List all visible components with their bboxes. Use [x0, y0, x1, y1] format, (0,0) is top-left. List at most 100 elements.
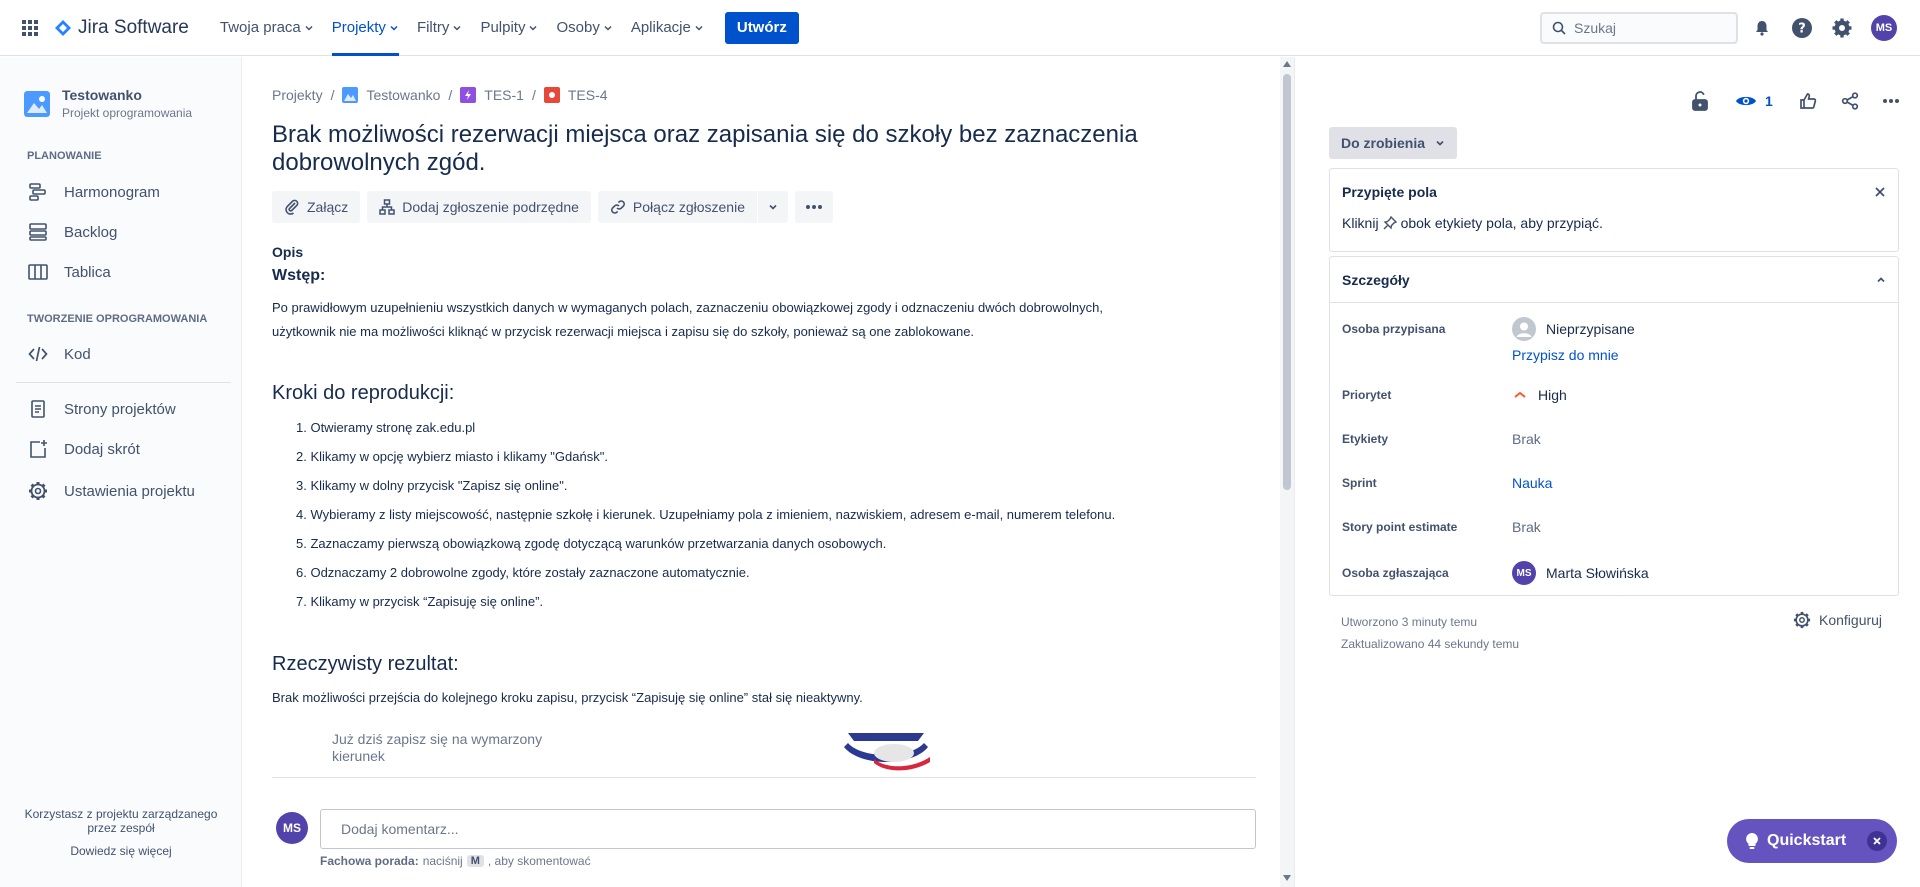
sidebar-item-roadmap[interactable]: Harmonogram	[28, 182, 160, 202]
comment-placeholder: Dodaj komentarz...	[341, 821, 459, 837]
watch-count: 1	[1765, 93, 1773, 109]
jira-diamond-icon	[55, 19, 71, 36]
story-points-value[interactable]: Brak	[1512, 519, 1541, 535]
breadcrumb-project[interactable]: Testowanko	[366, 87, 440, 103]
app-switcher-icon[interactable]	[16, 14, 44, 42]
priority-high-icon	[1514, 391, 1526, 398]
footer-line: przez zespół	[87, 821, 155, 835]
attach-label: Załącz	[307, 199, 349, 215]
main-scrollbar[interactable]	[1280, 57, 1294, 887]
lock-icon[interactable]	[1686, 87, 1714, 115]
sidebar-item-add-shortcut[interactable]: Dodaj skrót	[28, 439, 140, 459]
sidebar-item-project-settings[interactable]: Ustawienia projektu	[28, 481, 195, 501]
watch-button[interactable]: 1	[1735, 87, 1773, 115]
pin-icon	[1383, 216, 1397, 230]
screenshot-text-line: Już dziś zapisz się na wymarzony	[332, 731, 543, 747]
scroll-thumb[interactable]	[1283, 74, 1291, 490]
sidebar-item-label: Ustawienia projektu	[64, 482, 195, 500]
field-label: Sprint	[1342, 476, 1377, 490]
sidebar-item-project-pages[interactable]: Strony projektów	[28, 399, 176, 419]
scroll-up-icon	[1283, 61, 1291, 67]
details-header[interactable]: Szczegóły	[1330, 257, 1898, 303]
priority-value[interactable]: High	[1512, 387, 1567, 403]
menu-apps[interactable]: Aplikacje	[622, 0, 713, 56]
quickstart-button[interactable]: Quickstart	[1727, 819, 1897, 863]
created-timestamp: Utworzono 3 minuty temu	[1341, 615, 1478, 629]
backlog-icon	[29, 223, 47, 241]
reporter-name: Marta Słowińska	[1546, 565, 1649, 581]
link-issue-dropdown[interactable]	[757, 191, 788, 223]
link-icon	[610, 200, 625, 214]
help-icon[interactable]: ?	[1789, 15, 1815, 41]
like-icon[interactable]	[1794, 87, 1822, 115]
project-type: Projekt oprogramowania	[62, 106, 193, 120]
sidebar-item-label: Backlog	[64, 223, 118, 241]
settings-gear-icon[interactable]	[1829, 15, 1855, 41]
sidebar-item-board[interactable]: Tablica	[28, 262, 111, 282]
reporter-value[interactable]: MS Marta Słowińska	[1512, 561, 1649, 585]
attached-screenshot[interactable]: Już dziś zapisz się na wymarzony kierune…	[272, 723, 1256, 778]
list-item: 6. Odznaczamy 2 dobrowolne zgody, które …	[296, 565, 750, 580]
menu-your-work[interactable]: Twoja praca	[211, 0, 323, 56]
list-item: 3. Klikamy w dolny przycisk "Zapisz się …	[296, 478, 568, 493]
actual-result-text[interactable]: Brak możliwości przejścia do kolejnego k…	[272, 686, 1212, 710]
project-header[interactable]: Testowanko Projekt oprogramowania	[24, 87, 192, 120]
configure-button[interactable]: Konfiguruj	[1793, 611, 1882, 629]
attach-button[interactable]: Załącz	[272, 191, 361, 223]
menu-label: Osoby	[556, 19, 600, 36]
search-icon	[1552, 21, 1566, 35]
link-issue-button[interactable]: Połącz zgłoszenie	[597, 191, 757, 223]
assignee-value[interactable]: Nieprzypisane	[1512, 317, 1635, 341]
issue-title[interactable]: Brak możliwości rezerwacji miejsca oraz …	[272, 121, 1212, 177]
tip-text: naciśnij	[422, 854, 463, 868]
screenshot-text-line: kierunek	[332, 748, 385, 764]
intro-paragraph[interactable]: Po prawidłowym uzupełnieniu wszystkich d…	[272, 296, 1212, 344]
add-child-issue-button[interactable]: Dodaj zgłoszenie podrzędne	[367, 191, 591, 223]
add-shortcut-icon	[30, 440, 47, 458]
jira-logo[interactable]: Jira Software	[54, 17, 189, 39]
search-input[interactable]: Szukaj	[1540, 12, 1738, 44]
updated-timestamp: Zaktualizowano 44 sekundy temu	[1341, 637, 1520, 651]
menu-label: Filtry	[416, 19, 450, 36]
code-icon	[28, 346, 48, 362]
close-icon[interactable]	[1867, 831, 1887, 851]
close-icon[interactable]	[1874, 186, 1886, 198]
breadcrumb: Projekty / Testowanko / TES-1 / TES-4	[272, 87, 608, 103]
field-reporter: Osoba zgłaszająca MS Marta Słowińska	[1342, 561, 1888, 585]
intro-line: Po prawidłowym uzupełnieniu wszystkich d…	[272, 300, 1103, 315]
labels-value[interactable]: Brak	[1512, 431, 1541, 447]
add-comment-input[interactable]: Dodaj komentarz...	[320, 809, 1256, 849]
menu-label: Projekty	[331, 19, 386, 36]
assign-to-me-link[interactable]: Przypisz do mnie	[1512, 347, 1619, 363]
sidebar-item-label: Dodaj skrót	[64, 440, 140, 458]
pages-icon	[31, 400, 45, 418]
user-avatar[interactable]: MS	[1871, 15, 1897, 41]
create-button[interactable]: Utwórz	[724, 11, 799, 44]
menu-label: Pulpity	[480, 19, 526, 36]
field-story-points: Story point estimate Brak	[1342, 519, 1888, 535]
sidebar-item-backlog[interactable]: Backlog	[28, 222, 117, 242]
pinned-fields-header: Przypięte pola	[1330, 169, 1898, 215]
more-actions-button[interactable]	[794, 191, 833, 223]
description-label: Opis	[272, 244, 304, 260]
steps-list[interactable]: 1. Otwieramy stronę zak.edu.pl 2. Klikam…	[296, 416, 1226, 619]
status-dropdown[interactable]: Do zrobienia	[1329, 127, 1458, 159]
learn-more-link[interactable]: Dowiedz się więcej	[0, 844, 242, 858]
list-item: 1. Otwieramy stronę zak.edu.pl	[296, 420, 476, 435]
breadcrumb-projects[interactable]: Projekty	[272, 87, 323, 103]
menu-people[interactable]: Osoby	[547, 0, 621, 56]
more-horizontal-icon[interactable]	[1877, 87, 1905, 115]
menu-dashboards[interactable]: Pulpity	[471, 0, 547, 56]
sidebar-item-code[interactable]: Kod	[28, 344, 91, 364]
sprint-value[interactable]: Nauka	[1512, 475, 1552, 491]
section-planning: PLANOWANIE	[27, 150, 102, 162]
menu-projects[interactable]: Projekty	[323, 0, 408, 56]
breadcrumb-issue-key[interactable]: TES-4	[568, 87, 608, 103]
notifications-icon[interactable]	[1749, 15, 1775, 41]
share-icon[interactable]	[1836, 87, 1864, 115]
field-label: Etykiety	[1342, 432, 1389, 446]
breadcrumb-parent[interactable]: TES-1	[484, 87, 524, 103]
menu-filters[interactable]: Filtry	[408, 0, 472, 56]
add-child-label: Dodaj zgłoszenie podrzędne	[402, 199, 579, 215]
details-card: Szczegóły Osoba przypisana Nieprzypisane…	[1329, 256, 1899, 596]
